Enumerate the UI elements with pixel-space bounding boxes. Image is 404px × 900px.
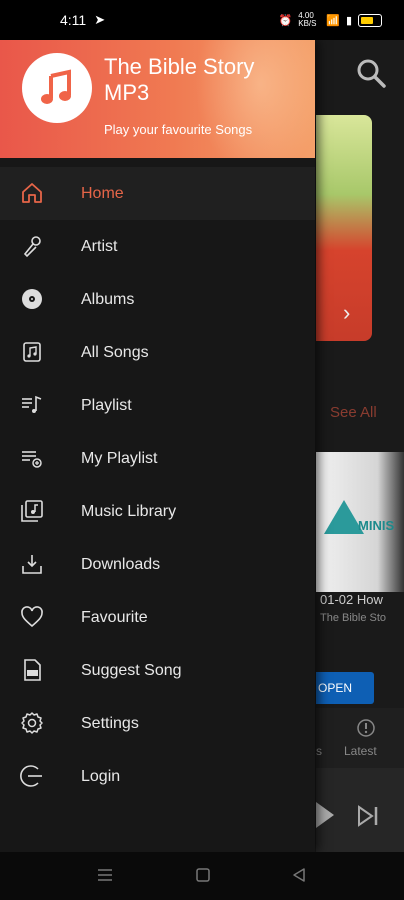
menu-item-label: All Songs [81,343,149,361]
card-title: 01-02 How [320,592,383,607]
app-logo [22,53,92,123]
system-nav-bar [0,852,404,900]
status-time: 4:11 [60,12,87,28]
download-icon [22,555,42,574]
bottom-tabs [316,708,404,768]
album-card[interactable]: MINIS [316,452,404,592]
drawer-menu: Home Artist Albums All Songs Playlist My… [0,167,315,803]
heart-icon [21,606,43,628]
menu-item-downloads[interactable]: Downloads [0,538,315,591]
menu-item-login[interactable]: Login [0,750,315,803]
login-icon [20,765,42,787]
home-button-icon[interactable] [194,866,212,884]
menu-item-label: Home [81,184,124,202]
menu-item-label: Favourite [81,608,148,626]
music-note-icon [41,69,71,104]
menu-item-playlist[interactable]: Playlist [0,379,315,432]
menu-item-music-library[interactable]: Music Library [0,485,315,538]
home-icon [22,183,42,203]
playlist-icon [22,395,42,413]
network-speed: 4.00 KB/S [298,11,317,28]
menu-item-label: Artist [81,237,118,255]
chevron-right-icon[interactable]: › [343,300,350,326]
menu-item-label: Suggest Song [81,661,182,679]
alarm-icon: ⏰ [278,14,293,27]
card-subtitle: The Bible Sto [320,612,387,624]
menu-item-suggest-song[interactable]: Suggest Song [0,644,315,697]
menu-item-label: Settings [81,714,139,732]
menu-item-artist[interactable]: Artist [0,220,315,273]
play-icon[interactable] [316,802,336,828]
status-icons: ⏰ 4.00 KB/S 📶 ▮ [279,12,382,28]
menu-item-all-songs[interactable]: All Songs [0,326,315,379]
tab-partial-label[interactable]: s [316,744,322,758]
signal-icon: ▮ [345,14,352,27]
search-icon[interactable] [356,58,386,88]
menu-item-albums[interactable]: Albums [0,273,315,326]
drawer-header: The Bible Story MP3 Play your favourite … [0,40,315,158]
album-card-brand: MINIS [358,518,395,533]
album-icon [22,289,42,309]
artist-icon [23,236,41,258]
menu-item-my-playlist[interactable]: My Playlist [0,432,315,485]
see-all-link[interactable]: See All [330,404,377,421]
menu-item-settings[interactable]: Settings [0,697,315,750]
gear-icon [21,712,43,734]
app-subtitle: Play your favourite Songs [104,122,253,137]
wifi-icon: 📶 [326,14,340,27]
app-title: The Bible Story MP3 [104,54,255,105]
menu-item-home[interactable]: Home [0,167,315,220]
menu-item-label: Music Library [81,502,177,520]
menu-item-label: Albums [81,290,135,308]
latest-icon[interactable] [356,718,376,738]
recents-icon[interactable] [96,866,114,884]
navigation-drawer: The Bible Story MP3 Play your favourite … [0,40,315,852]
telegram-icon: ➤ [94,12,106,27]
suggest-icon [24,659,41,681]
menu-item-label: My Playlist [81,449,158,467]
menu-item-favourite[interactable]: Favourite [0,591,315,644]
menu-item-label: Login [81,767,121,785]
skip-next-icon[interactable] [356,804,380,828]
my-playlist-icon [22,451,42,468]
back-icon[interactable] [290,866,308,884]
menu-item-label: Downloads [81,555,161,573]
status-bar: 4:11 ➤ ⏰ 4.00 KB/S 📶 ▮ [0,0,404,40]
all-songs-icon [23,342,41,362]
battery-icon [358,13,382,27]
music-library-icon [21,500,43,522]
menu-item-label: Playlist [81,396,132,414]
tab-latest[interactable]: Latest [344,744,377,758]
open-button[interactable]: OPEN [316,672,374,704]
